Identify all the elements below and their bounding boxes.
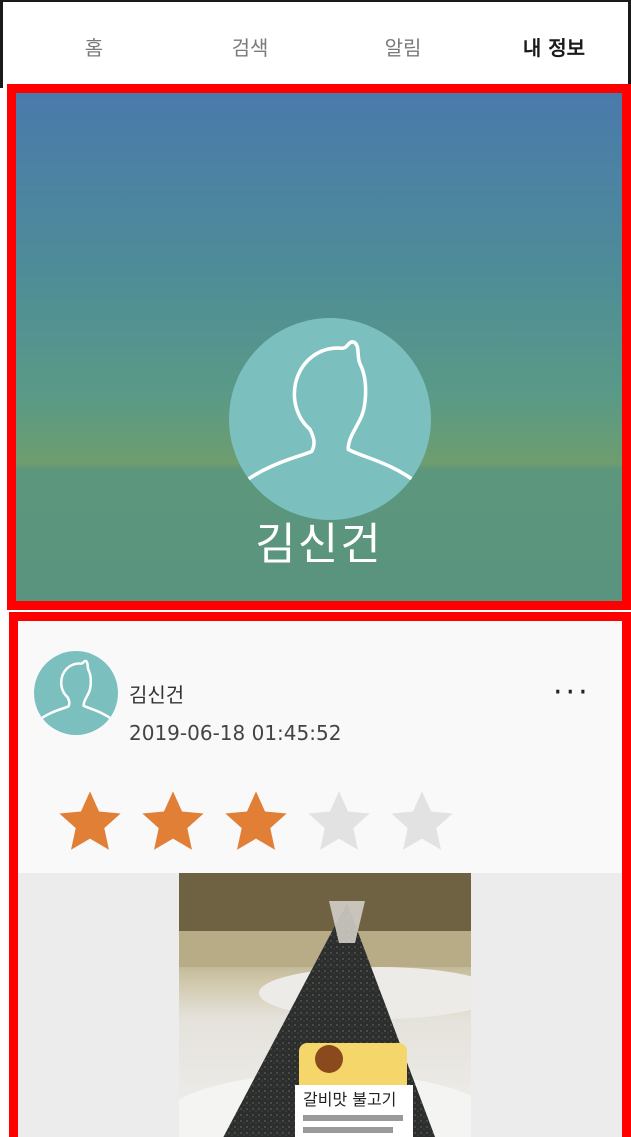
tab-my-info[interactable]: 내 정보	[479, 2, 629, 90]
more-options-icon[interactable]: ···	[553, 675, 591, 710]
star-icon	[225, 791, 287, 850]
post-photo[interactable]: 갈비맛 불고기	[179, 873, 471, 1137]
post-author-name[interactable]: 김신건	[129, 679, 184, 708]
post-timestamp: 2019-06-18 01:45:52	[129, 721, 342, 745]
star-icon	[391, 791, 453, 850]
profile-header: 김신건	[7, 84, 631, 610]
profile-name: 김신건	[255, 519, 383, 570]
review-post-card: 김신건 2019-06-18 01:45:52 ··· 갈비맛 불고기	[9, 612, 631, 1137]
person-silhouette-icon	[36, 659, 116, 722]
post-photo-area: 갈비맛 불고기	[18, 873, 622, 1137]
tab-search[interactable]: 검색	[175, 2, 325, 90]
profile-avatar[interactable]	[229, 318, 431, 520]
author-avatar[interactable]	[34, 651, 118, 735]
tab-notifications[interactable]: 알림	[328, 2, 478, 90]
top-tab-bar: 홈 검색 알림 내 정보	[0, 0, 631, 88]
rice-ball-image: 갈비맛 불고기	[179, 873, 471, 1137]
star-icon	[59, 791, 121, 850]
tab-home[interactable]: 홈	[19, 2, 169, 90]
star-icon	[142, 791, 204, 850]
person-silhouette-icon	[237, 340, 423, 488]
photo-label-text: 갈비맛 불고기	[303, 1090, 396, 1109]
star-icon	[308, 791, 370, 850]
post-header: 김신건 2019-06-18 01:45:52 ···	[18, 621, 622, 873]
star-rating	[52, 787, 460, 857]
